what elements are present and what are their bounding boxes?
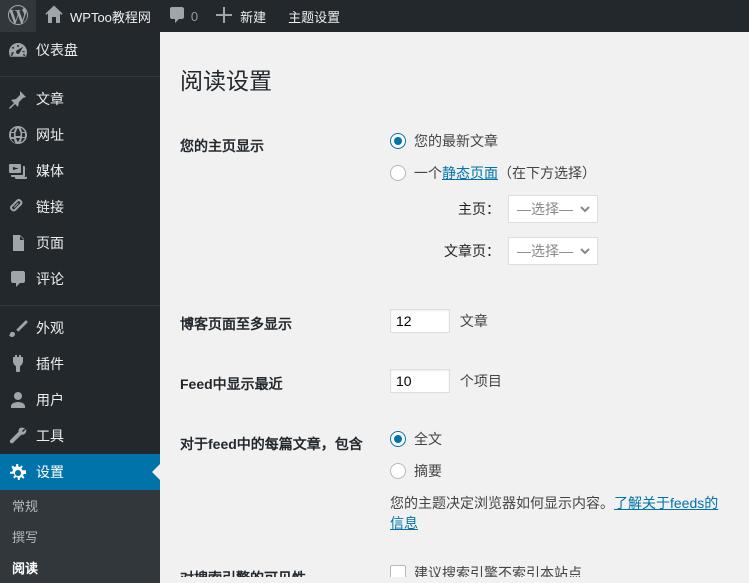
sidebar-label: 设置 <box>36 462 64 482</box>
sidebar-item-appearance[interactable]: 外观 <box>0 310 160 346</box>
wrench-icon <box>8 426 28 446</box>
site-title-text: WPToo教程网 <box>70 7 151 26</box>
sidebar-item-settings[interactable]: 设置 <box>0 454 160 490</box>
sidebar-label: 仪表盘 <box>36 40 78 60</box>
dashboard-icon <box>8 40 28 60</box>
feed-content-description: 您的主题决定浏览器如何显示内容。了解关于feeds的信息 <box>390 493 719 533</box>
user-icon <box>8 390 28 410</box>
home-icon <box>44 5 64 28</box>
radio-summary-label: 摘要 <box>414 461 442 481</box>
sidebar-label: 外观 <box>36 318 64 338</box>
comments-button[interactable]: 0 <box>159 0 206 32</box>
sidebar-item-url[interactable]: 网址 <box>0 117 160 153</box>
settings-icon <box>8 462 28 482</box>
media-icon <box>8 161 28 181</box>
sidebar-item-dashboard[interactable]: 仪表盘 <box>0 32 160 68</box>
admin-sidebar: 仪表盘 文章 网址 媒体 链接 页面 评论 外观 插件 用户 工具 设置 常规 … <box>0 32 160 577</box>
theme-settings-label: 主题设置 <box>288 7 340 26</box>
comments-count: 0 <box>191 9 198 24</box>
feed-content-label: 对于feed中的每篇文章，包含 <box>180 414 380 548</box>
feed-items-suffix: 个项目 <box>460 373 502 389</box>
radio-static-page-label: 一个静态页面（在下方选择） <box>414 163 596 183</box>
submenu-reading[interactable]: 阅读 <box>0 552 160 583</box>
pin-icon <box>8 89 28 109</box>
submenu-writing[interactable]: 撰写 <box>0 521 160 552</box>
plus-icon <box>214 5 234 28</box>
admin-toolbar: WPToo教程网 0 新建 主题设置 <box>0 0 749 32</box>
posts-page-select-label: 文章页： <box>430 241 500 261</box>
sidebar-label: 评论 <box>36 269 64 289</box>
radio-full-text-label: 全文 <box>414 429 442 449</box>
wordpress-icon <box>8 5 28 28</box>
new-content-button[interactable]: 新建 <box>206 0 274 32</box>
sidebar-label: 文章 <box>36 89 64 109</box>
sidebar-item-users[interactable]: 用户 <box>0 382 160 418</box>
comment-icon <box>167 5 187 28</box>
brush-icon <box>8 318 28 338</box>
posts-per-page-label: 博客页面至多显示 <box>180 294 380 354</box>
sidebar-item-tools[interactable]: 工具 <box>0 418 160 454</box>
radio-static-page[interactable] <box>390 165 406 181</box>
site-home-button[interactable]: WPToo教程网 <box>36 0 159 32</box>
front-page-select-label: 主页： <box>430 199 500 219</box>
sidebar-item-pages[interactable]: 页面 <box>0 225 160 261</box>
comment-icon <box>8 269 28 289</box>
submenu-general[interactable]: 常规 <box>0 490 160 521</box>
globe-icon <box>8 125 28 145</box>
radio-latest-posts-label: 您的最新文章 <box>414 131 498 151</box>
sidebar-item-comments[interactable]: 评论 <box>0 261 160 297</box>
posts-per-page-input[interactable] <box>390 309 450 333</box>
front-page-row-label: 您的主页显示 <box>180 116 380 294</box>
settings-submenu: 常规 撰写 阅读 <box>0 490 160 583</box>
sidebar-item-posts[interactable]: 文章 <box>0 81 160 117</box>
posts-page-select[interactable]: —选择— <box>508 237 598 265</box>
search-visibility-checkbox-label: 建议搜索引擎不索引本站点 <box>414 563 582 577</box>
content-area: 阅读设置 您的主页显示 您的最新文章 一个静态页面（在下方选择） 主页： —选择… <box>160 32 749 577</box>
menu-separator <box>0 301 160 306</box>
sidebar-label: 链接 <box>36 197 64 217</box>
sidebar-label: 用户 <box>36 390 64 410</box>
sidebar-label: 工具 <box>36 426 64 446</box>
search-visibility-label: 对搜索引擎的可见性 <box>180 548 380 577</box>
wp-logo-button[interactable] <box>0 0 36 32</box>
sidebar-label: 页面 <box>36 233 64 253</box>
page-icon <box>8 233 28 253</box>
feed-items-input[interactable] <box>390 369 450 393</box>
page-title: 阅读设置 <box>180 62 729 96</box>
new-label: 新建 <box>240 7 266 26</box>
radio-latest-posts[interactable] <box>390 133 406 149</box>
radio-full-text[interactable] <box>390 431 406 447</box>
sidebar-label: 媒体 <box>36 161 64 181</box>
sidebar-item-links[interactable]: 链接 <box>0 189 160 225</box>
search-visibility-checkbox[interactable] <box>390 565 406 577</box>
radio-summary[interactable] <box>390 463 406 479</box>
link-icon <box>8 197 28 217</box>
posts-per-page-suffix: 文章 <box>460 313 488 329</box>
feed-items-label: Feed中显示最近 <box>180 354 380 414</box>
theme-settings-button[interactable]: 主题设置 <box>274 0 348 32</box>
sidebar-item-plugins[interactable]: 插件 <box>0 346 160 382</box>
sidebar-item-media[interactable]: 媒体 <box>0 153 160 189</box>
sidebar-label: 网址 <box>36 125 64 145</box>
sidebar-label: 插件 <box>36 354 64 374</box>
plugin-icon <box>8 354 28 374</box>
front-page-select[interactable]: —选择— <box>508 195 598 223</box>
menu-separator <box>0 72 160 77</box>
static-page-link[interactable]: 静态页面 <box>442 165 498 181</box>
